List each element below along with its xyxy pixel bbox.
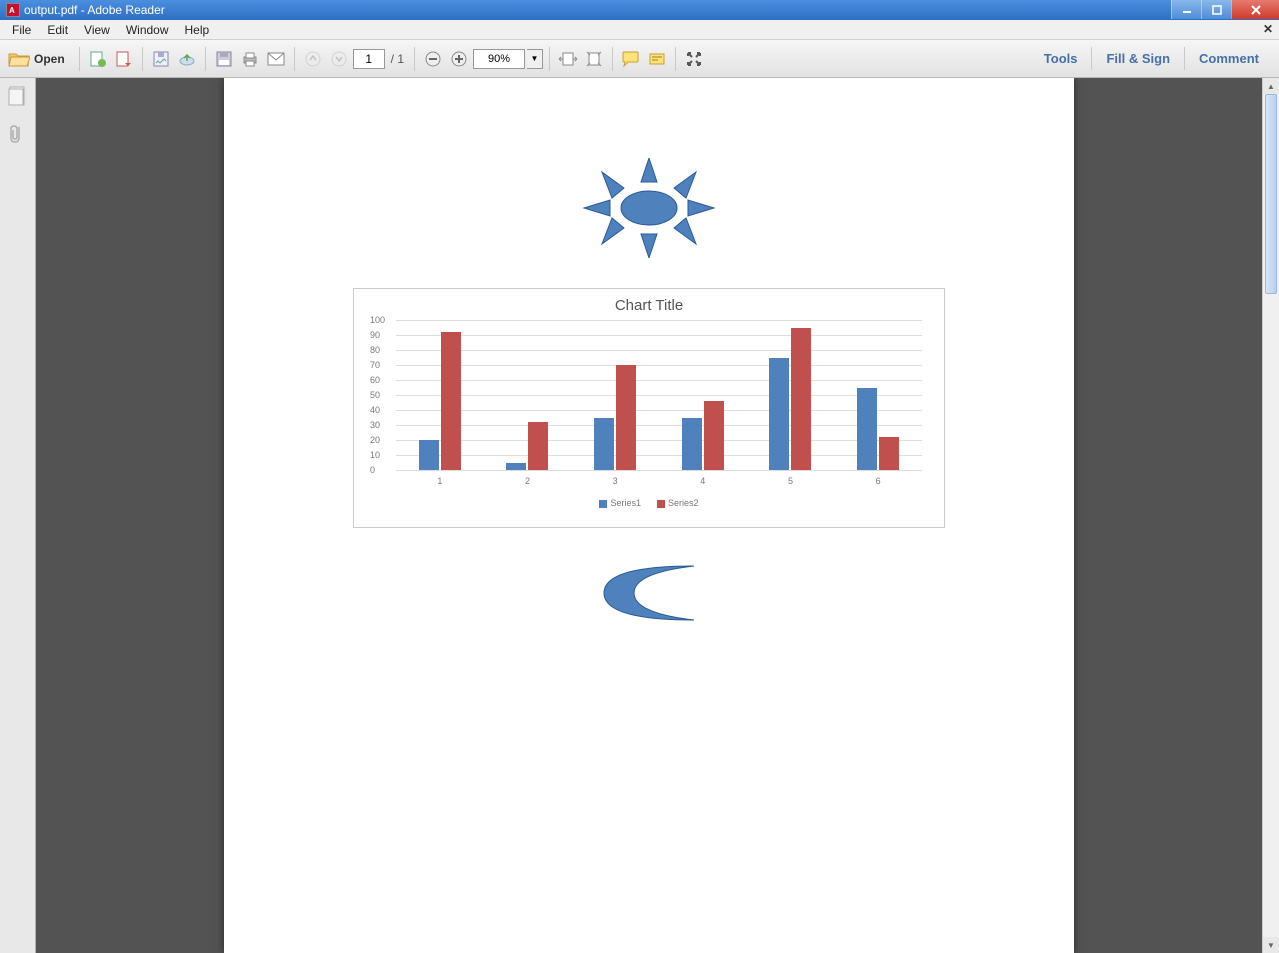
- chart-y-tick-label: 80: [370, 345, 380, 355]
- pdf-page: Chart Title 0102030405060708090100 12345…: [224, 78, 1074, 953]
- folder-icon: [8, 50, 30, 68]
- window-maximize-button[interactable]: [1201, 0, 1231, 19]
- bar-group: 5: [765, 328, 815, 471]
- main-area: Chart Title 0102030405060708090100 12345…: [0, 78, 1279, 953]
- menu-edit[interactable]: Edit: [39, 21, 76, 39]
- legend-item: Series1: [599, 498, 641, 508]
- document-viewport[interactable]: Chart Title 0102030405060708090100 12345…: [36, 78, 1262, 953]
- page-number-input[interactable]: [353, 49, 385, 69]
- menu-view[interactable]: View: [76, 21, 118, 39]
- scroll-thumb[interactable]: [1265, 94, 1277, 294]
- thumbnails-icon[interactable]: [8, 86, 28, 106]
- bar-Series2: [879, 437, 899, 470]
- bar-Series2: [441, 332, 461, 470]
- zoom-in-icon[interactable]: [447, 47, 471, 71]
- open-button[interactable]: Open: [6, 48, 73, 70]
- menu-file[interactable]: File: [4, 21, 39, 39]
- chart-title: Chart Title: [366, 297, 932, 314]
- chart-x-tick-label: 2: [525, 476, 530, 486]
- highlight-icon[interactable]: [645, 47, 669, 71]
- menubar-close-icon[interactable]: ✕: [1263, 22, 1273, 36]
- legend-swatch: [599, 500, 607, 508]
- chart-plot-area: 0102030405060708090100 123456: [396, 320, 922, 480]
- create-pdf-icon[interactable]: [86, 47, 110, 71]
- cloud-icon[interactable]: [175, 47, 199, 71]
- page-down-icon[interactable]: [327, 47, 351, 71]
- nav-sidebar: [0, 78, 36, 953]
- bar-group: 3: [590, 365, 640, 470]
- email-icon[interactable]: [264, 47, 288, 71]
- chart-y-tick-label: 100: [370, 315, 385, 325]
- chart-container: Chart Title 0102030405060708090100 12345…: [353, 288, 945, 528]
- annotate-icon[interactable]: [619, 47, 643, 71]
- window-minimize-button[interactable]: [1171, 0, 1201, 19]
- scroll-down-icon[interactable]: ▼: [1263, 937, 1279, 953]
- bar-group: 6: [853, 388, 903, 471]
- fit-page-icon[interactable]: [582, 47, 606, 71]
- read-mode-icon[interactable]: [682, 47, 706, 71]
- bar-Series2: [616, 365, 636, 470]
- open-label: Open: [34, 52, 65, 66]
- chart-x-tick-label: 1: [437, 476, 442, 486]
- chart-x-tick-label: 5: [788, 476, 793, 486]
- bar-Series2: [791, 328, 811, 471]
- chart-y-tick-label: 70: [370, 360, 380, 370]
- chart-y-tick-label: 40: [370, 405, 380, 415]
- menu-window[interactable]: Window: [118, 21, 177, 39]
- bar-group: 2: [502, 422, 552, 470]
- attachments-icon[interactable]: [8, 124, 28, 144]
- vertical-scrollbar[interactable]: ▲ ▼: [1262, 78, 1279, 953]
- svg-text:A: A: [9, 6, 15, 15]
- menu-help[interactable]: Help: [177, 21, 218, 39]
- bar-Series1: [594, 418, 614, 471]
- zoom-dropdown-icon[interactable]: ▼: [527, 49, 543, 69]
- bar-Series1: [419, 440, 439, 470]
- chart-y-tick-label: 20: [370, 435, 380, 445]
- menu-bar: File Edit View Window Help ✕: [0, 20, 1279, 40]
- window-title: output.pdf - Adobe Reader: [24, 3, 165, 17]
- chart-x-tick-label: 4: [700, 476, 705, 486]
- convert-pdf-icon[interactable]: [112, 47, 136, 71]
- save-disk-icon[interactable]: [212, 47, 236, 71]
- chart-y-tick-label: 0: [370, 465, 375, 475]
- bar-Series1: [857, 388, 877, 471]
- comment-panel-button[interactable]: Comment: [1184, 47, 1273, 70]
- bar-Series2: [704, 401, 724, 470]
- bar-Series1: [769, 358, 789, 471]
- chart-x-tick-label: 6: [876, 476, 881, 486]
- window-close-button[interactable]: [1231, 0, 1279, 19]
- bar-Series1: [506, 463, 526, 471]
- bar-Series2: [528, 422, 548, 470]
- toolbar: Open / 1 90% ▼ Tools Fill & Sign Comment: [0, 40, 1279, 78]
- save-icon[interactable]: [149, 47, 173, 71]
- legend-swatch: [657, 500, 665, 508]
- chart-y-tick-label: 90: [370, 330, 380, 340]
- print-icon[interactable]: [238, 47, 262, 71]
- fit-width-icon[interactable]: [556, 47, 580, 71]
- chart-y-tick-label: 10: [370, 450, 380, 460]
- page-total-label: / 1: [391, 52, 404, 66]
- scroll-up-icon[interactable]: ▲: [1263, 78, 1279, 94]
- legend-item: Series2: [657, 498, 699, 508]
- zoom-out-icon[interactable]: [421, 47, 445, 71]
- bar-group: 4: [678, 401, 728, 470]
- app-icon: A: [6, 3, 20, 17]
- chart-y-tick-label: 60: [370, 375, 380, 385]
- chart-x-tick-label: 3: [613, 476, 618, 486]
- fill-sign-panel-button[interactable]: Fill & Sign: [1091, 47, 1184, 70]
- sun-shape: [574, 158, 724, 258]
- bar-group: 1: [415, 332, 465, 470]
- chart-legend: Series1 Series2: [366, 498, 932, 508]
- tools-panel-button[interactable]: Tools: [1030, 47, 1092, 70]
- zoom-level-box[interactable]: 90%: [473, 49, 525, 69]
- moon-shape: [594, 558, 704, 628]
- bar-Series1: [682, 418, 702, 471]
- window-titlebar: A output.pdf - Adobe Reader: [0, 0, 1279, 20]
- page-up-icon[interactable]: [301, 47, 325, 71]
- chart-gridline: [396, 470, 922, 471]
- chart-y-tick-label: 30: [370, 420, 380, 430]
- chart-y-tick-label: 50: [370, 390, 380, 400]
